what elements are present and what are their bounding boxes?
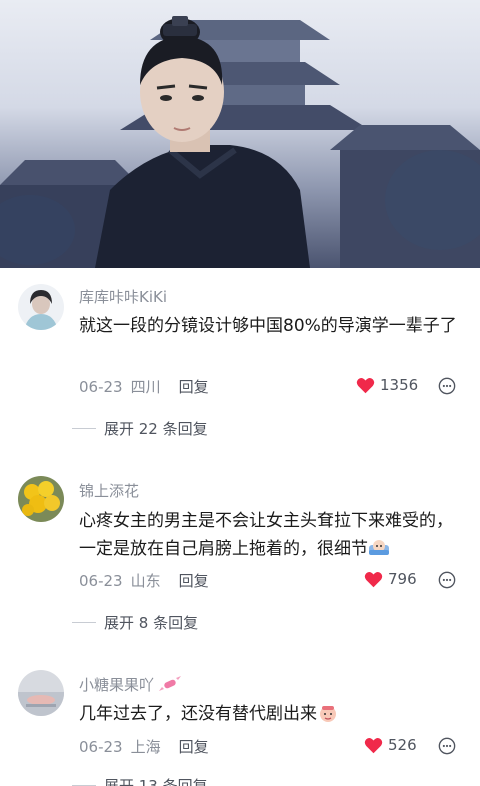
divider-line [72,622,96,623]
like-count: 526 [388,736,417,754]
comment-meta: 06-23 四川 回复 [79,376,209,397]
avatar[interactable] [18,670,64,716]
expand-replies[interactable]: 展开 22 条回复 [72,418,208,439]
avatar[interactable] [18,284,64,330]
comment-location: 山东 [130,572,161,590]
more-icon[interactable] [438,737,456,755]
expand-replies-label: 展开 8 条回复 [104,614,199,632]
emoji-icon [369,540,389,555]
emoji-icon [320,706,336,722]
reply-button[interactable]: 回复 [179,736,209,757]
expand-replies[interactable]: 展开 8 条回复 [72,612,198,633]
like-count: 1356 [380,376,419,394]
heart-icon [364,571,383,587]
like-button[interactable]: 526 [364,736,417,754]
reply-button[interactable]: 回复 [179,376,209,397]
avatar[interactable] [18,476,64,522]
comment-date: 06-23 [79,571,123,590]
comment-text: 几年过去了，还没有替代剧出来 [79,700,464,728]
comment-meta: 06-23 山东 回复 [79,570,209,591]
comment-date: 06-23 [79,377,123,396]
username[interactable]: 小糖果果吖 [79,674,181,695]
username[interactable]: 库库咔咔KiKi [79,286,167,307]
comment-text: 心疼女主的男主是不会让女主头耷拉下来难受的，一定是放在自己肩膀上拖着的，很细节 [79,507,464,563]
like-count: 796 [388,570,417,588]
divider-line [72,428,96,429]
expand-replies-label: 展开 13 条回复 [104,777,208,786]
expand-replies[interactable]: 展开 13 条回复 [72,775,208,786]
comment-meta: 06-23 上海 回复 [79,736,209,757]
heart-icon [356,377,375,393]
comment-text-body: 心疼女主的男主是不会让女主头耷拉下来难受的，一定是放在自己肩膀上拖着的，很细节 [79,511,453,559]
reply-button[interactable]: 回复 [179,570,209,591]
comment-text-body: 几年过去了，还没有替代剧出来 [79,704,317,724]
hero-illustration [0,16,480,268]
comment-text: 就这一段的分镜设计够中国80%的导演学一辈子了 [79,316,457,336]
like-button[interactable]: 796 [364,570,417,588]
username-text: 小糖果果吖 [79,676,155,694]
candy-icon [158,676,181,691]
hero-image[interactable] [0,0,480,268]
comment-date: 06-23 [79,737,123,756]
comment-location: 四川 [130,378,161,396]
username[interactable]: 锦上添花 [79,480,139,501]
like-button[interactable]: 1356 [356,376,418,394]
comment-location: 上海 [130,738,161,756]
expand-replies-label: 展开 22 条回复 [104,420,208,438]
more-icon[interactable] [438,571,456,589]
heart-icon [364,737,383,753]
more-icon[interactable] [438,377,456,395]
